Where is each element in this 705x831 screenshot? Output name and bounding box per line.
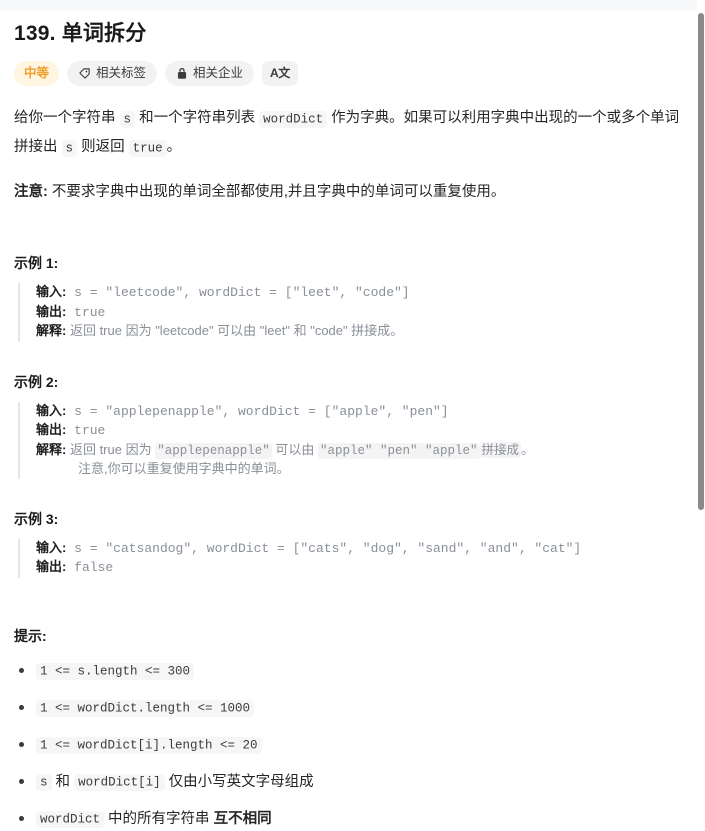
desc-part-4: 则返回 xyxy=(77,139,129,155)
output-value: true xyxy=(66,304,106,320)
input-label: 输入: xyxy=(36,284,67,299)
hint-bold-text: 互不相同 xyxy=(213,810,272,827)
hint-code: wordDict xyxy=(36,811,105,828)
example-1-input: 输入: s = "leetcode", wordDict = ["leet", … xyxy=(36,283,683,303)
hints-list: 1 <= s.length <= 300 1 <= wordDict.lengt… xyxy=(14,660,683,831)
related-tags-button[interactable]: 相关标签 xyxy=(67,61,158,86)
list-item: 1 <= wordDict[i].length <= 20 xyxy=(14,734,683,757)
input-label: 输入: xyxy=(36,539,67,555)
explanation-label: 解释: xyxy=(36,323,67,338)
explanation-part-c: 。 xyxy=(521,441,535,457)
hint-code: 1 <= wordDict[i].length <= 20 xyxy=(36,737,262,754)
translate-button[interactable]: A文 xyxy=(262,61,298,86)
inline-code-s-1: s xyxy=(119,110,136,128)
hint-text: 中的所有字符串 xyxy=(104,810,214,827)
example-2-heading: 示例 2: xyxy=(14,373,59,390)
explanation-continuation: 注意,你可以重复使用字典中的单词。 xyxy=(78,461,290,476)
status-badge-difficulty[interactable]: 中等 xyxy=(14,61,60,86)
list-item: 1 <= wordDict.length <= 1000 xyxy=(14,697,683,720)
explanation-part-b: 可以由 xyxy=(271,441,318,457)
example-1-explanation: 解释: 返回 true 因为 "leetcode" 可以由 "leet" 和 "… xyxy=(36,322,683,342)
example-1-block: 输入: s = "leetcode", wordDict = ["leet", … xyxy=(18,283,683,342)
explanation-label: 解释: xyxy=(36,441,67,457)
explanation-chip-applepenapple: "applepenapple" xyxy=(155,442,272,459)
example-2-input: 输入: s = "applepenapple", wordDict = ["ap… xyxy=(36,402,683,422)
output-value: false xyxy=(66,560,114,575)
example-3-heading: 示例 3: xyxy=(14,510,59,527)
list-item: s 和 wordDict[i] 仅由小写英文字母组成 xyxy=(14,771,683,794)
output-label: 输出: xyxy=(36,422,67,437)
example-2-block: 输入: s = "applepenapple", wordDict = ["ap… xyxy=(18,401,683,479)
related-companies-label: 相关企业 xyxy=(193,66,244,80)
hint-text: 仅由小写英文字母组成 xyxy=(164,773,314,790)
inline-code-true: true xyxy=(128,139,167,157)
explanation-chip-join: 拼接成 xyxy=(479,441,522,458)
output-label: 输出: xyxy=(36,559,67,574)
list-item: wordDict 中的所有字符串 互不相同 xyxy=(14,808,683,831)
output-value: true xyxy=(66,423,106,438)
explanation-chip-apple-pen-apple: "apple" "pen" "apple" xyxy=(317,442,480,459)
input-label: 输入: xyxy=(36,402,67,418)
lock-icon xyxy=(176,67,188,80)
translate-icon: A文 xyxy=(270,66,290,80)
example-3-input: 输入: s = "catsandog", wordDict = ["cats",… xyxy=(36,539,683,559)
related-tags-label: 相关标签 xyxy=(96,66,147,80)
scrollbar-thumb[interactable] xyxy=(698,13,704,510)
example-2-explanation: 解释: 返回 true 因为 "applepenapple" 可以由 "appl… xyxy=(36,441,683,479)
top-strip xyxy=(0,0,697,10)
hint-code: 1 <= s.length <= 300 xyxy=(36,663,195,680)
explanation-part-a: 返回 true 因为 xyxy=(66,441,156,457)
hint-mid-text: 和 xyxy=(51,773,75,790)
problem-description: 给你一个字符串 s 和一个字符串列表 wordDict 作为字典。如果可以利用字… xyxy=(14,104,683,162)
inline-code-s-2: s xyxy=(61,139,78,157)
tag-icon xyxy=(78,67,91,80)
problem-note: 注意: 不要求字典中出现的单词全部都使用,并且字典中的单词可以重复使用。 xyxy=(14,178,683,206)
explanation-value: 返回 true 因为 "leetcode" 可以由 "leet" 和 "code… xyxy=(66,323,404,338)
example-3-output: 输出: false xyxy=(36,558,683,578)
example-2-output: 输出: true xyxy=(36,421,683,441)
badge-row: 中等 相关标签 相关企业 A文 xyxy=(14,61,683,86)
input-value: s = "catsandog", wordDict = ["cats", "do… xyxy=(66,540,582,556)
hint-code: 1 <= wordDict.length <= 1000 xyxy=(36,700,255,717)
list-item: 1 <= s.length <= 300 xyxy=(14,660,683,683)
hint-code-2: wordDict[i] xyxy=(74,774,165,791)
vertical-scrollbar[interactable] xyxy=(697,0,705,785)
note-text: 不要求字典中出现的单词全部都使用,并且字典中的单词可以重复使用。 xyxy=(47,184,506,200)
desc-part-5: 。 xyxy=(166,139,182,155)
example-3-block: 输入: s = "catsandog", wordDict = ["cats",… xyxy=(18,538,683,578)
problem-page: 139. 单词拆分 中等 相关标签 相关企业 A文 给你一个字符串 s 和一个字… xyxy=(0,10,697,828)
output-label: 输出: xyxy=(36,303,67,319)
related-companies-button[interactable]: 相关企业 xyxy=(165,61,255,86)
example-1-output: 输出: true xyxy=(36,303,683,323)
input-value: s = "applepenapple", wordDict = ["apple"… xyxy=(66,403,449,419)
difficulty-label: 中等 xyxy=(24,66,50,80)
input-value: s = "leetcode", wordDict = ["leet", "cod… xyxy=(66,285,410,300)
hints-heading: 提示: xyxy=(14,627,47,644)
desc-part-2: 和一个字符串列表 xyxy=(135,110,260,126)
hint-code: s xyxy=(36,774,52,791)
note-label: 注意: xyxy=(14,184,48,200)
desc-part-1: 给你一个字符串 xyxy=(14,110,120,126)
example-1-heading: 示例 1: xyxy=(14,255,59,271)
page-title: 139. 单词拆分 xyxy=(14,22,147,45)
inline-code-worddict: wordDict xyxy=(259,110,328,128)
